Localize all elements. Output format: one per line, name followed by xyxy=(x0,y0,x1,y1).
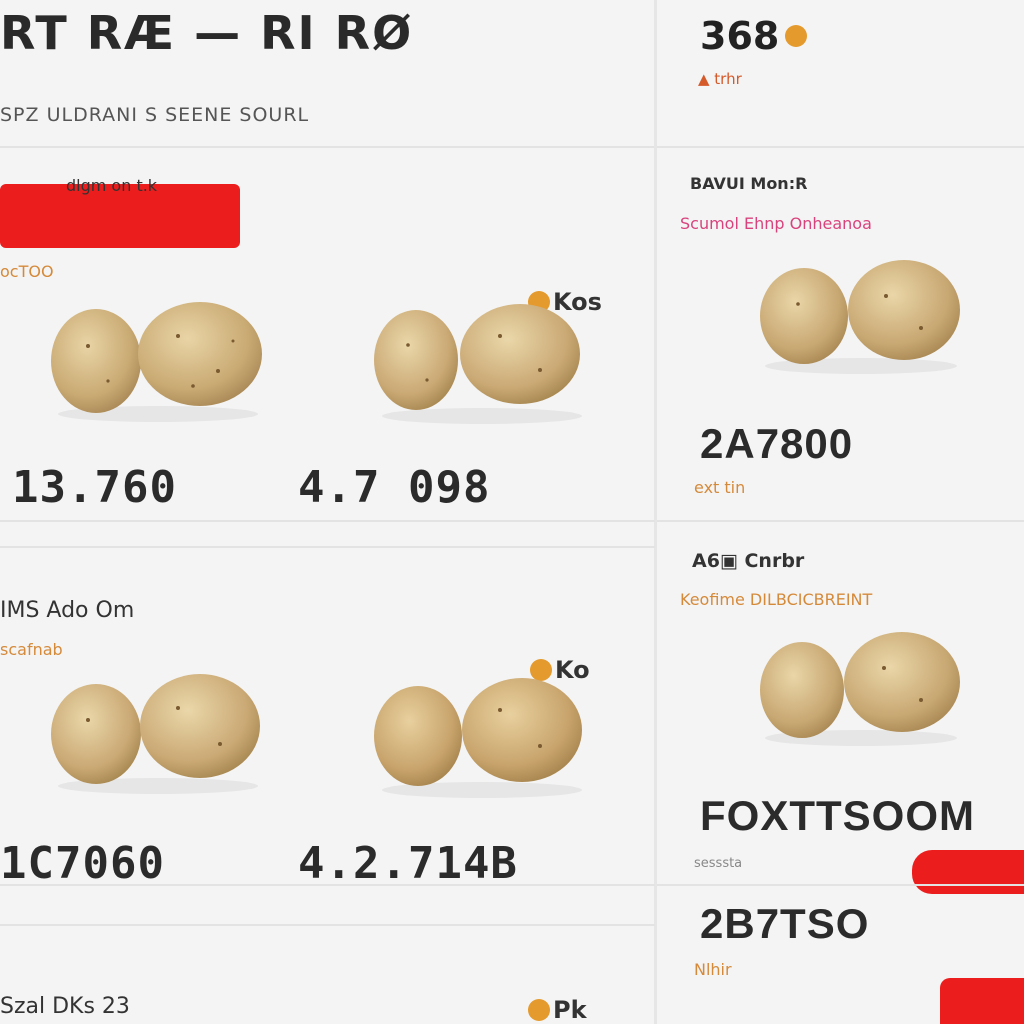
page-title: RT RÆ — RI RØ xyxy=(0,6,414,60)
column-divider xyxy=(654,0,657,1024)
card-4-label: IMS Ado Om xyxy=(0,598,135,623)
product-potato-icon[interactable] xyxy=(48,668,268,798)
product-potato-icon[interactable] xyxy=(372,300,592,430)
promo-banner-right[interactable] xyxy=(912,850,1024,894)
card-2-price: 4.7 098 xyxy=(298,462,491,513)
top-right-price: 368 xyxy=(700,14,808,58)
card-1-label: dlgm on t.k xyxy=(66,176,158,195)
row-divider-2 xyxy=(0,884,655,886)
card-3-note: ext tin xyxy=(694,478,746,497)
row-divider-2b xyxy=(0,924,655,926)
card-1-price: 13.760 xyxy=(12,462,177,513)
product-potato-icon[interactable] xyxy=(756,256,966,376)
card-3-price: 2A7800 xyxy=(700,420,854,467)
card-7-price: 2B7TSO xyxy=(700,900,870,947)
promo-banner-bottom[interactable] xyxy=(940,978,1024,1024)
card-6-price: FOXTTSOOM xyxy=(700,792,975,839)
row-divider-1b xyxy=(0,546,655,548)
orange-dot-icon xyxy=(785,25,808,47)
product-potato-icon[interactable] xyxy=(756,628,966,748)
page-subtitle: SPZ ULDRANI S SEENE SOURL xyxy=(0,104,310,126)
right-divider-bottom xyxy=(657,884,1024,886)
card-4-price: 1C7060 xyxy=(0,838,165,889)
right-divider-mid xyxy=(657,520,1024,522)
product-potato-icon[interactable] xyxy=(48,296,268,426)
card-1-tag: ocTOO xyxy=(0,262,54,281)
card-5-price: 4.2.714B xyxy=(298,838,518,889)
product-potato-icon[interactable] xyxy=(372,672,592,802)
card-7-label: Szal DKs 23 xyxy=(0,994,130,1019)
card-3-tag: Scumol Ehnp Onheanoa xyxy=(680,214,872,233)
card-6-label: A6▣ Cnrbr xyxy=(692,550,805,572)
row-divider-1 xyxy=(0,520,655,522)
top-right-tag: ▲ trhr xyxy=(698,70,742,88)
card-6-note: sesssta xyxy=(694,856,743,871)
header-divider xyxy=(0,146,655,148)
card-6-tag: Keofime DILBCICBREINT xyxy=(680,590,873,609)
orange-dot-icon xyxy=(528,999,550,1021)
card-7-note: Nlhir xyxy=(694,960,732,979)
card-7-badge: Pk xyxy=(528,996,587,1024)
card-4-tag: scafnab xyxy=(0,640,63,659)
card-3-label: BAVUI Mon:R xyxy=(690,174,808,193)
right-divider-top xyxy=(657,146,1024,148)
